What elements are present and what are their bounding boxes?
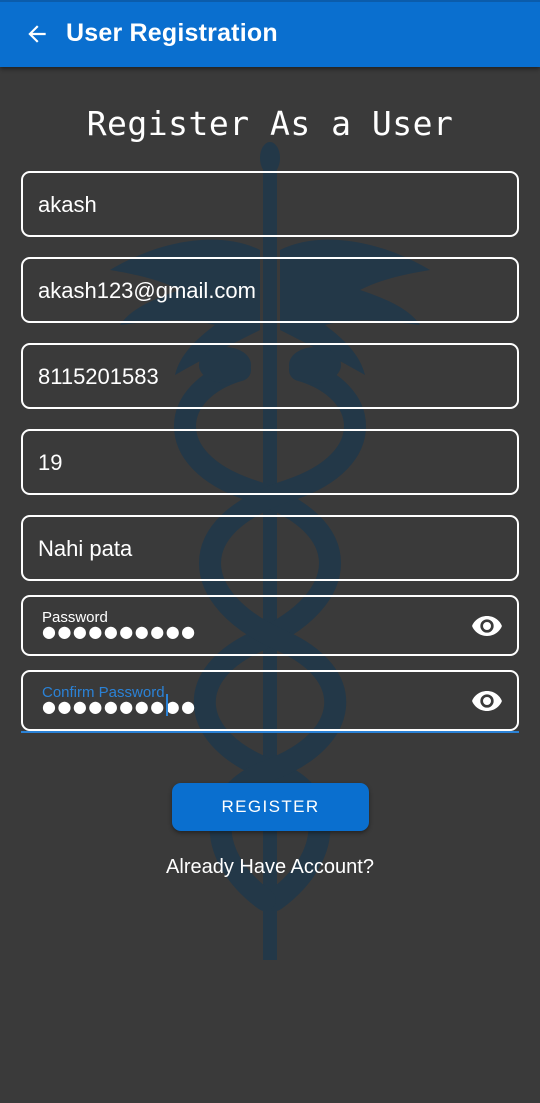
phone-field-value: 8115201583 bbox=[38, 364, 159, 389]
address-field-value: Nahi pata bbox=[38, 536, 133, 561]
text-cursor bbox=[166, 694, 168, 716]
focus-underline bbox=[21, 731, 519, 733]
email-field-value: akash123@gmail.com bbox=[38, 278, 256, 303]
phone-field[interactable]: 8115201583 bbox=[21, 343, 519, 409]
age-field-value: 19 bbox=[38, 450, 63, 475]
page-title: User Registration bbox=[66, 19, 278, 47]
back-button[interactable] bbox=[20, 17, 54, 51]
name-field-value: akash bbox=[38, 192, 97, 217]
arrow-left-icon bbox=[28, 25, 46, 43]
password-field[interactable]: Password ●●●●●●●●●● bbox=[21, 595, 519, 656]
email-field[interactable]: akash123@gmail.com bbox=[21, 257, 519, 323]
name-field[interactable]: akash bbox=[21, 171, 519, 237]
address-field[interactable]: Nahi pata bbox=[21, 515, 519, 581]
password-value: ●●●●●●●●●● bbox=[42, 622, 197, 641]
age-field[interactable]: 19 bbox=[21, 429, 519, 495]
form-heading: Register As a User bbox=[86, 104, 454, 143]
confirm-password-field[interactable]: Confirm Password ●●●●●●●●●● bbox=[21, 670, 519, 731]
already-have-account-link[interactable]: Already Have Account? bbox=[0, 856, 540, 879]
app-bar: User Registration bbox=[0, 0, 540, 67]
register-button[interactable]: REGISTER bbox=[172, 783, 369, 831]
eye-icon[interactable] bbox=[471, 614, 503, 638]
eye-icon[interactable] bbox=[471, 689, 503, 713]
confirm-password-value: ●●●●●●●●●● bbox=[42, 697, 197, 716]
